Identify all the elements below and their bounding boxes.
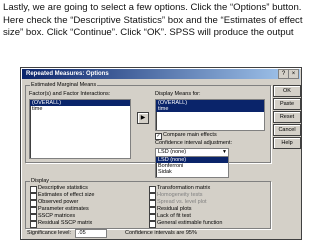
option-checkbox[interactable]	[30, 214, 37, 221]
descriptive-statistics-label: Descriptive statistics	[38, 185, 88, 191]
homogeneity-tests-label: Homogeneity tests	[157, 192, 203, 198]
compare-main-effects-checkbox[interactable]: ✓	[155, 133, 162, 140]
reset-button[interactable]: Reset	[273, 111, 301, 123]
factors-list[interactable]: (OVERALL) time	[29, 99, 131, 159]
compare-main-effects-label: Compare main effects	[163, 132, 217, 138]
display-means-label: Display Means for:	[155, 91, 201, 97]
residual-plots-label: Residual plots	[157, 206, 192, 212]
significance-input[interactable]: .05	[75, 229, 107, 238]
dialog-title: Repeated Measures: Options	[22, 69, 300, 79]
options-dialog: Repeated Measures: Options ? × Estimated…	[20, 67, 302, 240]
close-icon[interactable]: ×	[288, 69, 299, 79]
option-checkbox[interactable]	[30, 221, 37, 228]
help-button[interactable]: Help	[273, 137, 301, 149]
option-checkbox[interactable]	[149, 214, 156, 221]
option-checkbox[interactable]	[30, 200, 37, 207]
list-item[interactable]: time	[30, 106, 130, 112]
option-checkbox[interactable]	[149, 221, 156, 228]
option-checkbox[interactable]	[30, 207, 37, 214]
dropdown-option[interactable]: Sidak	[156, 169, 228, 175]
option-checkbox[interactable]	[30, 186, 37, 193]
list-item[interactable]: time	[156, 106, 264, 112]
option-checkbox[interactable]	[149, 186, 156, 193]
option-checkbox[interactable]	[149, 207, 156, 214]
option-checkbox[interactable]	[149, 200, 156, 207]
spread-level-plot-label: Spread vs. level plot	[157, 199, 207, 205]
lack-of-fit-label: Lack of fit test	[157, 213, 191, 219]
general-estimable-label: General estimable function	[157, 220, 223, 226]
option-checkbox[interactable]	[149, 193, 156, 200]
residual-sscp-label: Residual SSCP matrix	[38, 220, 93, 226]
transformation-matrix-label: Transformation matrix	[157, 185, 211, 191]
sscp-matrices-label: SSCP matrices	[38, 213, 76, 219]
slide-instructions: Lastly, we are going to select a few opt…	[3, 2, 303, 39]
significance-label: Significance level:	[27, 230, 72, 236]
emm-group-label: Estimated Marginal Means	[30, 82, 98, 89]
effect-size-label: Estimates of effect size	[38, 192, 95, 198]
cancel-button[interactable]: Cancel	[273, 124, 301, 136]
paste-button[interactable]: Paste	[273, 98, 301, 110]
factors-label: Factor(s) and Factor Interactions:	[29, 91, 111, 97]
ci-options-dropdown[interactable]: LSD (none) Bonferroni Sidak	[155, 156, 229, 178]
display-group-label: Display	[30, 178, 51, 185]
parameter-estimates-label: Parameter estimates	[38, 206, 89, 212]
chevron-down-icon[interactable]: ▼	[222, 149, 227, 156]
option-checkbox[interactable]	[30, 193, 37, 200]
display-means-list[interactable]: (OVERALL) time	[155, 99, 265, 131]
move-right-arrow-icon[interactable]: ▶	[137, 112, 149, 124]
ci-selected-value: LSD (none)	[158, 149, 187, 155]
observed-power-label: Observed power	[38, 199, 79, 205]
ci-adjustment-label: Confidence interval adjustment:	[155, 140, 233, 146]
ci-intervals-text: Confidence intervals are 95%	[125, 230, 197, 236]
ok-button[interactable]: OK	[273, 85, 301, 97]
